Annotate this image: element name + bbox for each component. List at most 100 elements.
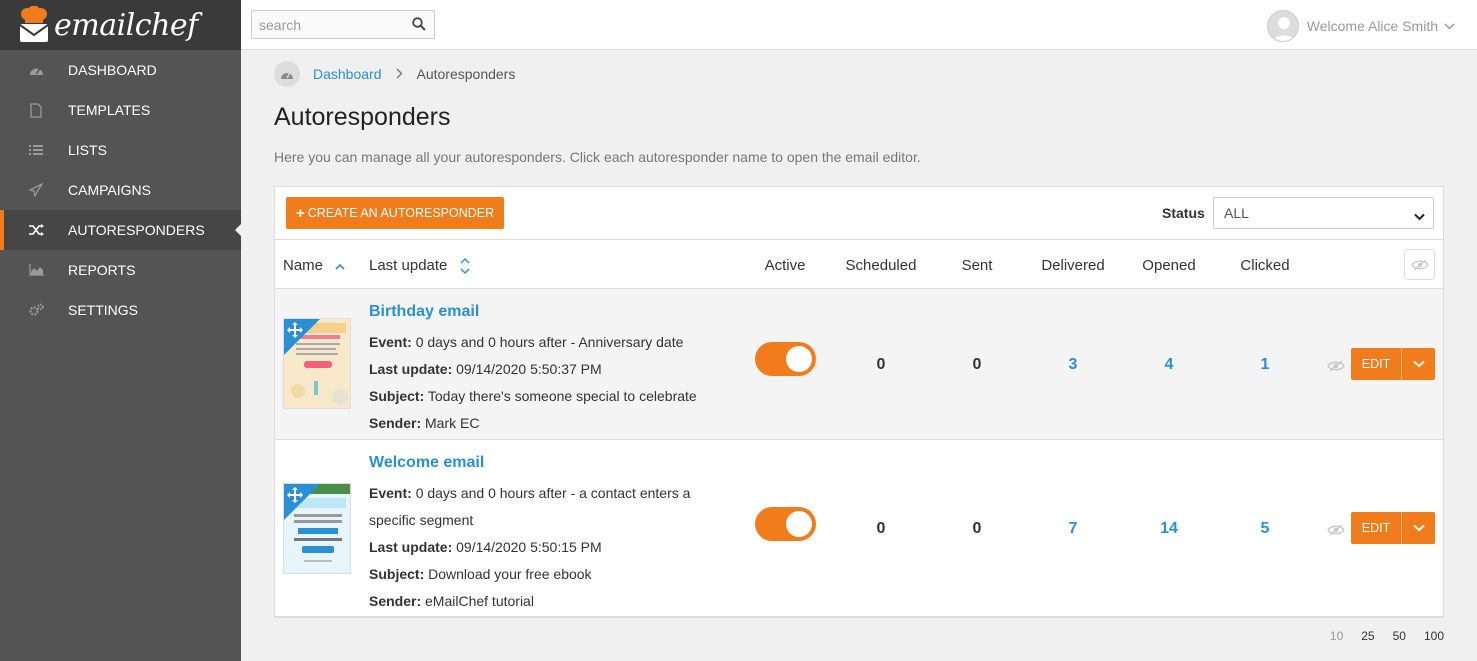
last-update-line: Last update: 09/14/2020 5:50:37 PM bbox=[369, 356, 699, 383]
breadcrumb: Dashboard Autoresponders bbox=[274, 61, 515, 87]
edit-button[interactable]: EDIT bbox=[1351, 348, 1401, 380]
move-icon[interactable] bbox=[287, 322, 303, 343]
event-line: Event: 0 days and 0 hours after - Annive… bbox=[369, 329, 699, 356]
opened-count[interactable]: 4 bbox=[1165, 356, 1174, 374]
plus-icon: + bbox=[296, 204, 305, 222]
search-input[interactable] bbox=[252, 16, 402, 33]
search-icon[interactable] bbox=[412, 17, 426, 36]
sent-count: 0 bbox=[972, 520, 982, 537]
email-thumbnail[interactable] bbox=[283, 483, 351, 574]
search-box bbox=[251, 10, 435, 39]
paper-plane-icon bbox=[28, 182, 44, 198]
status-label: Status bbox=[1162, 205, 1205, 221]
breadcrumb-dashboard-link[interactable]: Dashboard bbox=[313, 66, 382, 82]
column-scheduled: Scheduled bbox=[845, 257, 917, 274]
column-name[interactable]: Name bbox=[283, 257, 345, 274]
email-thumbnail[interactable] bbox=[283, 318, 351, 409]
active-toggle[interactable] bbox=[755, 507, 816, 541]
dashboard-icon bbox=[28, 62, 44, 78]
edit-dropdown-button[interactable] bbox=[1401, 348, 1435, 380]
eye-slash-icon[interactable] bbox=[1327, 359, 1345, 377]
last-update-line: Last update: 09/14/2020 5:50:15 PM bbox=[369, 534, 699, 561]
sort-ascending-icon bbox=[335, 263, 345, 270]
subject-line: Subject: Today there's someone special t… bbox=[369, 383, 699, 410]
clicked-count[interactable]: 5 bbox=[1261, 520, 1270, 538]
column-opened: Opened bbox=[1142, 257, 1196, 274]
opened-count[interactable]: 14 bbox=[1160, 520, 1178, 538]
page-title: Autoresponders bbox=[274, 103, 451, 131]
brand-name: emailchef bbox=[54, 7, 198, 43]
breadcrumb-current: Autoresponders bbox=[416, 66, 516, 82]
sender-value: Mark EC bbox=[425, 415, 480, 431]
eye-slash-icon bbox=[1410, 258, 1429, 271]
page-size-25[interactable]: 25 bbox=[1361, 629, 1374, 643]
shuffle-icon bbox=[28, 222, 44, 238]
sidebar-item-label: CAMPAIGNS bbox=[68, 182, 151, 198]
page-size-10[interactable]: 10 bbox=[1330, 629, 1343, 643]
autoresponder-name-link[interactable]: Welcome email bbox=[369, 453, 699, 472]
column-last-update[interactable]: Last update bbox=[369, 257, 470, 275]
logo[interactable]: emailchef bbox=[0, 0, 241, 50]
sidebar-item-templates[interactable]: TEMPLATES bbox=[0, 90, 241, 130]
edit-dropdown-button[interactable] bbox=[1401, 512, 1435, 544]
delivered-count[interactable]: 7 bbox=[1069, 520, 1078, 538]
delivered-count[interactable]: 3 bbox=[1069, 356, 1078, 374]
table-header: Name Last update Active Scheduled Sent D… bbox=[275, 240, 1443, 289]
list-icon bbox=[28, 142, 44, 158]
sidebar: emailchef DASHBOARD TEMPLATES LISTS CAMP… bbox=[0, 0, 241, 661]
sender-line: Sender: Mark EC bbox=[369, 410, 699, 437]
last-update-value: 09/14/2020 5:50:15 PM bbox=[456, 539, 602, 555]
status-select-value: ALL bbox=[1224, 205, 1249, 221]
event-line: Event: 0 days and 0 hours after - a cont… bbox=[369, 480, 699, 534]
scheduled-count: 0 bbox=[876, 356, 886, 373]
event-label: Event: bbox=[369, 334, 412, 350]
sidebar-item-autoresponders[interactable]: AUTORESPONDERS bbox=[0, 210, 241, 250]
sidebar-item-campaigns[interactable]: CAMPAIGNS bbox=[0, 170, 241, 210]
sidebar-item-label: LISTS bbox=[68, 142, 107, 158]
chevron-down-icon bbox=[1444, 22, 1455, 30]
edit-button-group: EDIT bbox=[1351, 512, 1435, 544]
file-icon bbox=[28, 102, 44, 118]
table-row: Birthday email Event: 0 days and 0 hours… bbox=[275, 289, 1443, 440]
create-autoresponder-label: CREATE AN AUTORESPONDER bbox=[307, 206, 495, 220]
main-content: Dashboard Autoresponders Autoresponders … bbox=[241, 51, 1477, 661]
table-row: Welcome email Event: 0 days and 0 hours … bbox=[275, 440, 1443, 617]
sender-label: Sender: bbox=[369, 593, 422, 609]
area-chart-icon bbox=[28, 262, 44, 278]
user-menu[interactable]: Welcome Alice Smith bbox=[1266, 10, 1455, 42]
chevron-down-icon bbox=[1412, 360, 1425, 368]
column-name-label: Name bbox=[283, 257, 324, 274]
chef-hat-envelope-icon bbox=[18, 5, 50, 44]
sidebar-item-reports[interactable]: REPORTS bbox=[0, 250, 241, 290]
page-description: Here you can manage all your autorespond… bbox=[274, 149, 921, 165]
move-icon[interactable] bbox=[287, 487, 303, 508]
user-greeting: Welcome Alice Smith bbox=[1306, 18, 1438, 34]
subject-label: Subject: bbox=[369, 566, 425, 582]
page-size-50[interactable]: 50 bbox=[1393, 629, 1406, 643]
eye-slash-icon[interactable] bbox=[1327, 523, 1345, 541]
column-last-update-label: Last update bbox=[369, 257, 448, 274]
toggle-visibility-button[interactable] bbox=[1404, 249, 1435, 280]
top-bar: Welcome Alice Smith bbox=[241, 0, 1477, 50]
page-size-100[interactable]: 100 bbox=[1424, 629, 1444, 643]
chevron-down-icon bbox=[1412, 524, 1425, 532]
sidebar-item-label: SETTINGS bbox=[68, 302, 139, 318]
last-update-label: Last update: bbox=[369, 361, 453, 377]
edit-button[interactable]: EDIT bbox=[1351, 512, 1401, 544]
sent-count: 0 bbox=[972, 356, 982, 373]
edit-button-group: EDIT bbox=[1351, 348, 1435, 380]
status-select[interactable]: ALL bbox=[1213, 197, 1434, 229]
sidebar-item-settings[interactable]: SETTINGS bbox=[0, 290, 241, 330]
sort-icon bbox=[460, 257, 470, 275]
sidebar-item-dashboard[interactable]: DASHBOARD bbox=[0, 50, 241, 90]
create-autoresponder-button[interactable]: + CREATE AN AUTORESPONDER bbox=[286, 197, 505, 229]
subject-label: Subject: bbox=[369, 388, 425, 404]
dashboard-icon[interactable] bbox=[274, 61, 300, 87]
sidebar-item-label: DASHBOARD bbox=[68, 62, 157, 78]
sidebar-item-label: AUTORESPONDERS bbox=[68, 222, 205, 238]
active-toggle[interactable] bbox=[755, 342, 816, 376]
chevron-down-icon bbox=[1414, 208, 1425, 224]
autoresponder-name-link[interactable]: Birthday email bbox=[369, 302, 699, 321]
sidebar-item-lists[interactable]: LISTS bbox=[0, 130, 241, 170]
clicked-count[interactable]: 1 bbox=[1261, 356, 1270, 374]
